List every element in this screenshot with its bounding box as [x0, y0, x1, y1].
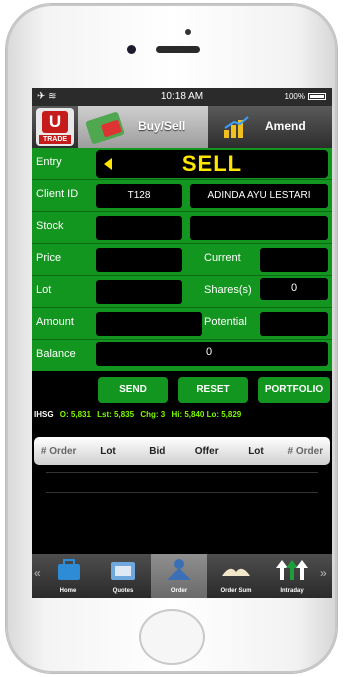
price-row: Price Current — [32, 244, 332, 276]
balance-field: 0 — [96, 342, 328, 366]
battery-percent: 100% — [284, 92, 305, 101]
orderbook-divider — [46, 492, 318, 493]
stock-input[interactable] — [96, 216, 182, 240]
shares-field: 0 — [260, 278, 328, 300]
front-camera — [127, 45, 136, 54]
balance-label: Balance — [36, 348, 76, 360]
logo-letter: U — [42, 111, 68, 133]
nav-item-intraday[interactable]: Intraday — [264, 554, 320, 598]
entry-label: Entry — [36, 156, 62, 168]
briefcase-icon — [58, 559, 80, 580]
tab-amend-label: Amend — [265, 119, 306, 133]
side-selector[interactable]: SELL — [96, 150, 328, 178]
battery-icon — [308, 93, 326, 100]
nav-item-order[interactable]: Order — [151, 554, 207, 598]
col-offer-order: # Order — [287, 445, 324, 457]
price-input[interactable] — [96, 248, 182, 272]
entry-row: Entry SELL — [32, 148, 332, 180]
ticker-open: O: 5,831 — [59, 410, 91, 419]
index-ticker: IHSG O: 5,831 Lst: 5,835 Chg: 3 Hi: 5,84… — [34, 410, 241, 419]
status-bar: ✈ ︎≋ 10:18 AM 100% — [32, 88, 332, 106]
book-icon — [222, 568, 250, 576]
nav-intraday-label: Intraday — [280, 588, 304, 594]
potential-label: Potential — [204, 316, 247, 328]
lot-label: Lot — [36, 284, 52, 296]
amend-chart-icon — [224, 116, 249, 138]
nav-item-quotes[interactable]: Quotes — [95, 554, 151, 598]
tab-buy-sell-label: Buy/Sell — [138, 119, 186, 133]
bottom-nav: « Home Quotes Order Order Sum Intraday » — [32, 554, 332, 598]
ticker-high-low: Hi: 5,840 Lo: 5,829 — [171, 410, 242, 419]
client-row: Client ID T128 ADINDA AYU LESTARI — [32, 180, 332, 212]
client-id-field[interactable]: T128 — [96, 184, 182, 208]
speaker-grille — [156, 46, 200, 53]
logo-text: TRADE — [39, 135, 71, 144]
nav-item-home[interactable]: Home — [40, 554, 96, 598]
client-name-field: ADINDA AYU LESTARI — [190, 184, 328, 208]
battery-indicator: 100% — [285, 92, 326, 101]
order-form: Entry SELL Client ID T128 ADINDA AYU LES… — [32, 148, 332, 371]
quotes-icon — [111, 562, 135, 580]
potential-field — [260, 312, 328, 336]
nav-order-label: Order — [170, 588, 188, 594]
arrows-up-icon — [276, 560, 308, 580]
current-price-field — [260, 248, 328, 272]
col-bid: Bid — [149, 445, 166, 457]
tab-buy-sell[interactable]: Buy/Sell — [78, 106, 208, 148]
ticker-index: IHSG — [34, 410, 54, 419]
stock-name-field — [190, 216, 328, 240]
ticker-change: Chg: 3 — [140, 410, 166, 419]
home-button[interactable] — [139, 609, 205, 665]
reset-button[interactable]: RESET — [178, 377, 248, 403]
price-label: Price — [36, 252, 62, 264]
col-bid-order: # Order — [40, 445, 77, 457]
stock-row: Stock — [32, 212, 332, 244]
col-bid-lot: Lot — [100, 445, 116, 457]
nav-quotes-label: Quotes — [112, 588, 134, 594]
sensor-dot — [185, 29, 191, 35]
app-screen: ✈ ︎≋ 10:18 AM 100% U TRADE Buy/Sell Amen… — [32, 88, 332, 598]
buy-sell-tag-icon — [85, 111, 125, 145]
col-offer-lot: Lot — [248, 445, 264, 457]
orderbook-divider — [46, 472, 318, 473]
nav-right-chevron-icon[interactable]: » — [320, 566, 327, 580]
nav-home-label: Home — [59, 588, 77, 594]
shares-label: Shares(s) — [204, 284, 252, 296]
current-label: Current — [204, 252, 241, 264]
nav-order-sum-label: Order Sum — [220, 588, 252, 594]
utrade-logo: U TRADE — [36, 108, 74, 146]
side-value: SELL — [181, 151, 243, 176]
amount-field — [96, 312, 202, 336]
top-toolbar: U TRADE Buy/Sell Amend — [32, 106, 332, 148]
amount-label: Amount — [36, 316, 74, 328]
lot-input[interactable] — [96, 280, 182, 304]
amount-row: Amount Potential — [32, 308, 332, 340]
lot-row: Lot Shares(s) 0 — [32, 276, 332, 308]
client-id-label: Client ID — [36, 188, 79, 200]
balance-row: Balance 0 — [32, 340, 332, 371]
order-icon — [167, 559, 191, 580]
nav-item-order-sum[interactable]: Order Sum — [208, 554, 264, 598]
orderbook-header: # Order Lot Bid Offer Lot # Order — [34, 437, 330, 465]
col-offer: Offer — [194, 445, 219, 457]
send-button[interactable]: SEND — [98, 377, 168, 403]
portfolio-button[interactable]: PORTFOLIO — [258, 377, 330, 403]
action-bar: SEND RESET PORTFOLIO IHSG O: 5,831 Lst: … — [32, 371, 332, 429]
stock-label: Stock — [36, 220, 64, 232]
ticker-last: Lst: 5,835 — [97, 410, 135, 419]
